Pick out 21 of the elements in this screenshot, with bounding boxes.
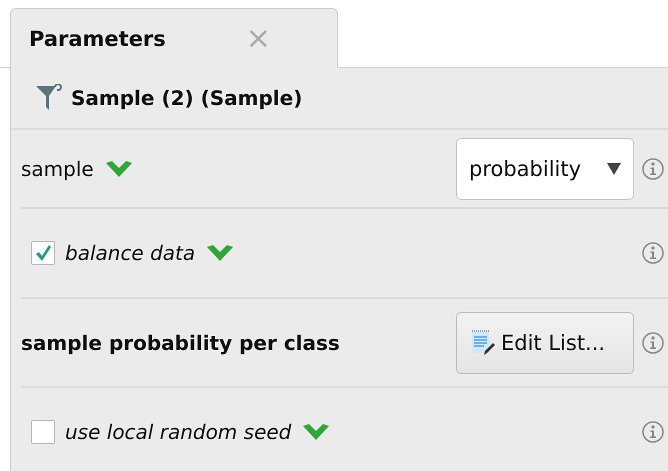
dropdown-arrow-icon [607, 162, 621, 174]
operator-title: Sample (2) (Sample) [71, 86, 302, 110]
info-icon[interactable] [642, 332, 664, 354]
parameter-label: balance data [65, 241, 196, 265]
parameter-label: use local random seed [65, 420, 292, 444]
chevron-icon[interactable] [301, 423, 332, 441]
info-icon[interactable] [642, 158, 664, 180]
parameter-label: sample [21, 156, 94, 180]
chevron-icon[interactable] [205, 244, 236, 262]
chevron-icon[interactable] [104, 160, 134, 178]
checkbox[interactable] [31, 241, 55, 265]
info-icon[interactable] [642, 421, 664, 443]
parameter-label: sample probability per class [21, 330, 340, 354]
edit-list-button[interactable]: Edit List... [456, 312, 634, 374]
checkbox[interactable] [31, 420, 55, 444]
tab-label: Parameters [29, 26, 166, 50]
notepad-pencil-icon [471, 328, 495, 356]
sample-dropdown[interactable]: probability [456, 138, 634, 200]
parameters-tab[interactable]: Parameters × [10, 8, 338, 68]
info-icon[interactable] [642, 242, 664, 264]
funnel-icon [35, 84, 65, 112]
